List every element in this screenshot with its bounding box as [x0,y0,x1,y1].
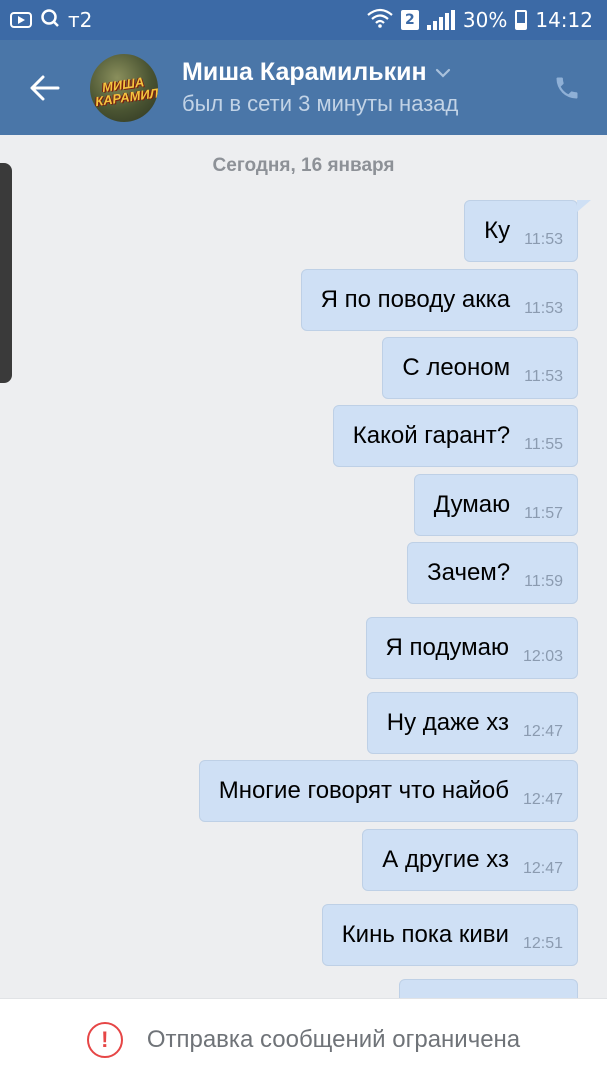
message-text: Я подумаю [385,634,509,661]
search-icon [40,8,60,32]
carrier-label: т2 [68,8,93,32]
sim-slot-badge: 2 [400,10,419,30]
message-text: Я по поводу акка [320,286,511,313]
message-time: 11:55 [524,436,563,453]
message-bubble[interactable]: Какой гарант? 11:55 [332,405,578,467]
message-bubble[interactable]: Многие говорят что найоб 12:47 [198,760,578,822]
wifi-icon [367,8,393,32]
message-text: Думаю [433,491,511,518]
contact-info[interactable]: Миша Карамилькин был в сети 3 минуты наз… [182,58,527,117]
exclamation-icon: ! [86,1021,123,1058]
message-time: 12:47 [522,791,563,808]
message-text: Кинь пока киви [341,921,509,948]
message-time: 12:51 [522,935,563,952]
message-time: 12:47 [522,723,563,740]
message-bubble[interactable]: Ку 11:53 [464,200,591,262]
scroll-handle[interactable] [0,163,12,383]
phone-icon [556,77,578,98]
message-text: С леоном [402,354,511,381]
message-text: А другие хз [382,846,509,873]
message-bubble[interactable]: Ну даже хз 12:47 [366,692,578,754]
battery-icon [515,10,528,30]
video-icon [10,12,32,28]
back-button[interactable] [0,40,90,135]
message-time: 11:59 [524,573,563,590]
message-bubble[interactable]: Я подумаю 12:03 [365,617,578,679]
message-text: Какой гарант? [352,422,511,449]
message-bubble[interactable]: А другие хз 12:47 [362,829,578,891]
avatar-logo-text: МИША КАРАМИЛЬКИН [94,73,158,109]
message-bubble[interactable]: Думаю 11:57 [413,474,578,536]
message-bubble[interactable]: Я по поводу акка 11:53 [300,269,578,331]
chat-header: МИША КАРАМИЛЬКИН Миша Карамилькин был в … [0,40,607,135]
clock: 14:12 [535,8,593,32]
status-bar-left: т2 [10,8,92,32]
message-bubble[interactable]: Кинь пока киви 12:51 [321,904,578,966]
battery-percent: 30% [462,8,508,32]
restriction-banner: ! Отправка сообщений ограничена [0,998,607,1080]
message-time: 11:53 [524,300,563,317]
status-bar: т2 2 30% 14:12 [0,0,607,40]
date-separator: Сегодня, 16 января [212,155,395,176]
call-button[interactable] [527,40,607,135]
contact-last-seen: был в сети 3 минуты назад [182,91,459,116]
status-bar-right: 2 30% 14:12 [367,8,593,32]
message-time: 11:53 [524,231,563,248]
contact-name: Миша Карамилькин [182,58,427,86]
message-text: Ну даже хз [386,709,509,736]
message-bubble-partial[interactable] [399,979,578,998]
arrow-left-icon [30,75,60,100]
message-text: Ку [484,217,511,244]
message-time: 12:03 [522,648,563,665]
message-time: 11:53 [524,368,563,385]
avatar[interactable]: МИША КАРАМИЛЬКИН [90,53,158,122]
restriction-text: Отправка сообщений ограничена [146,1025,521,1053]
message-bubble[interactable]: Зачем? 11:59 [407,542,578,604]
contact-name-row: Миша Карамилькин [182,58,527,87]
message-list[interactable]: Сегодня, 16 января Ку 11:53 Я по поводу … [0,135,607,998]
signal-icon [426,10,455,30]
message-time: 12:47 [522,860,563,877]
chevron-down-icon [435,68,450,78]
message-text: Зачем? [427,559,511,586]
message-time: 11:57 [524,505,563,522]
message-text: Многие говорят что найоб [218,777,509,804]
message-bubble[interactable]: С леоном 11:53 [382,337,578,399]
